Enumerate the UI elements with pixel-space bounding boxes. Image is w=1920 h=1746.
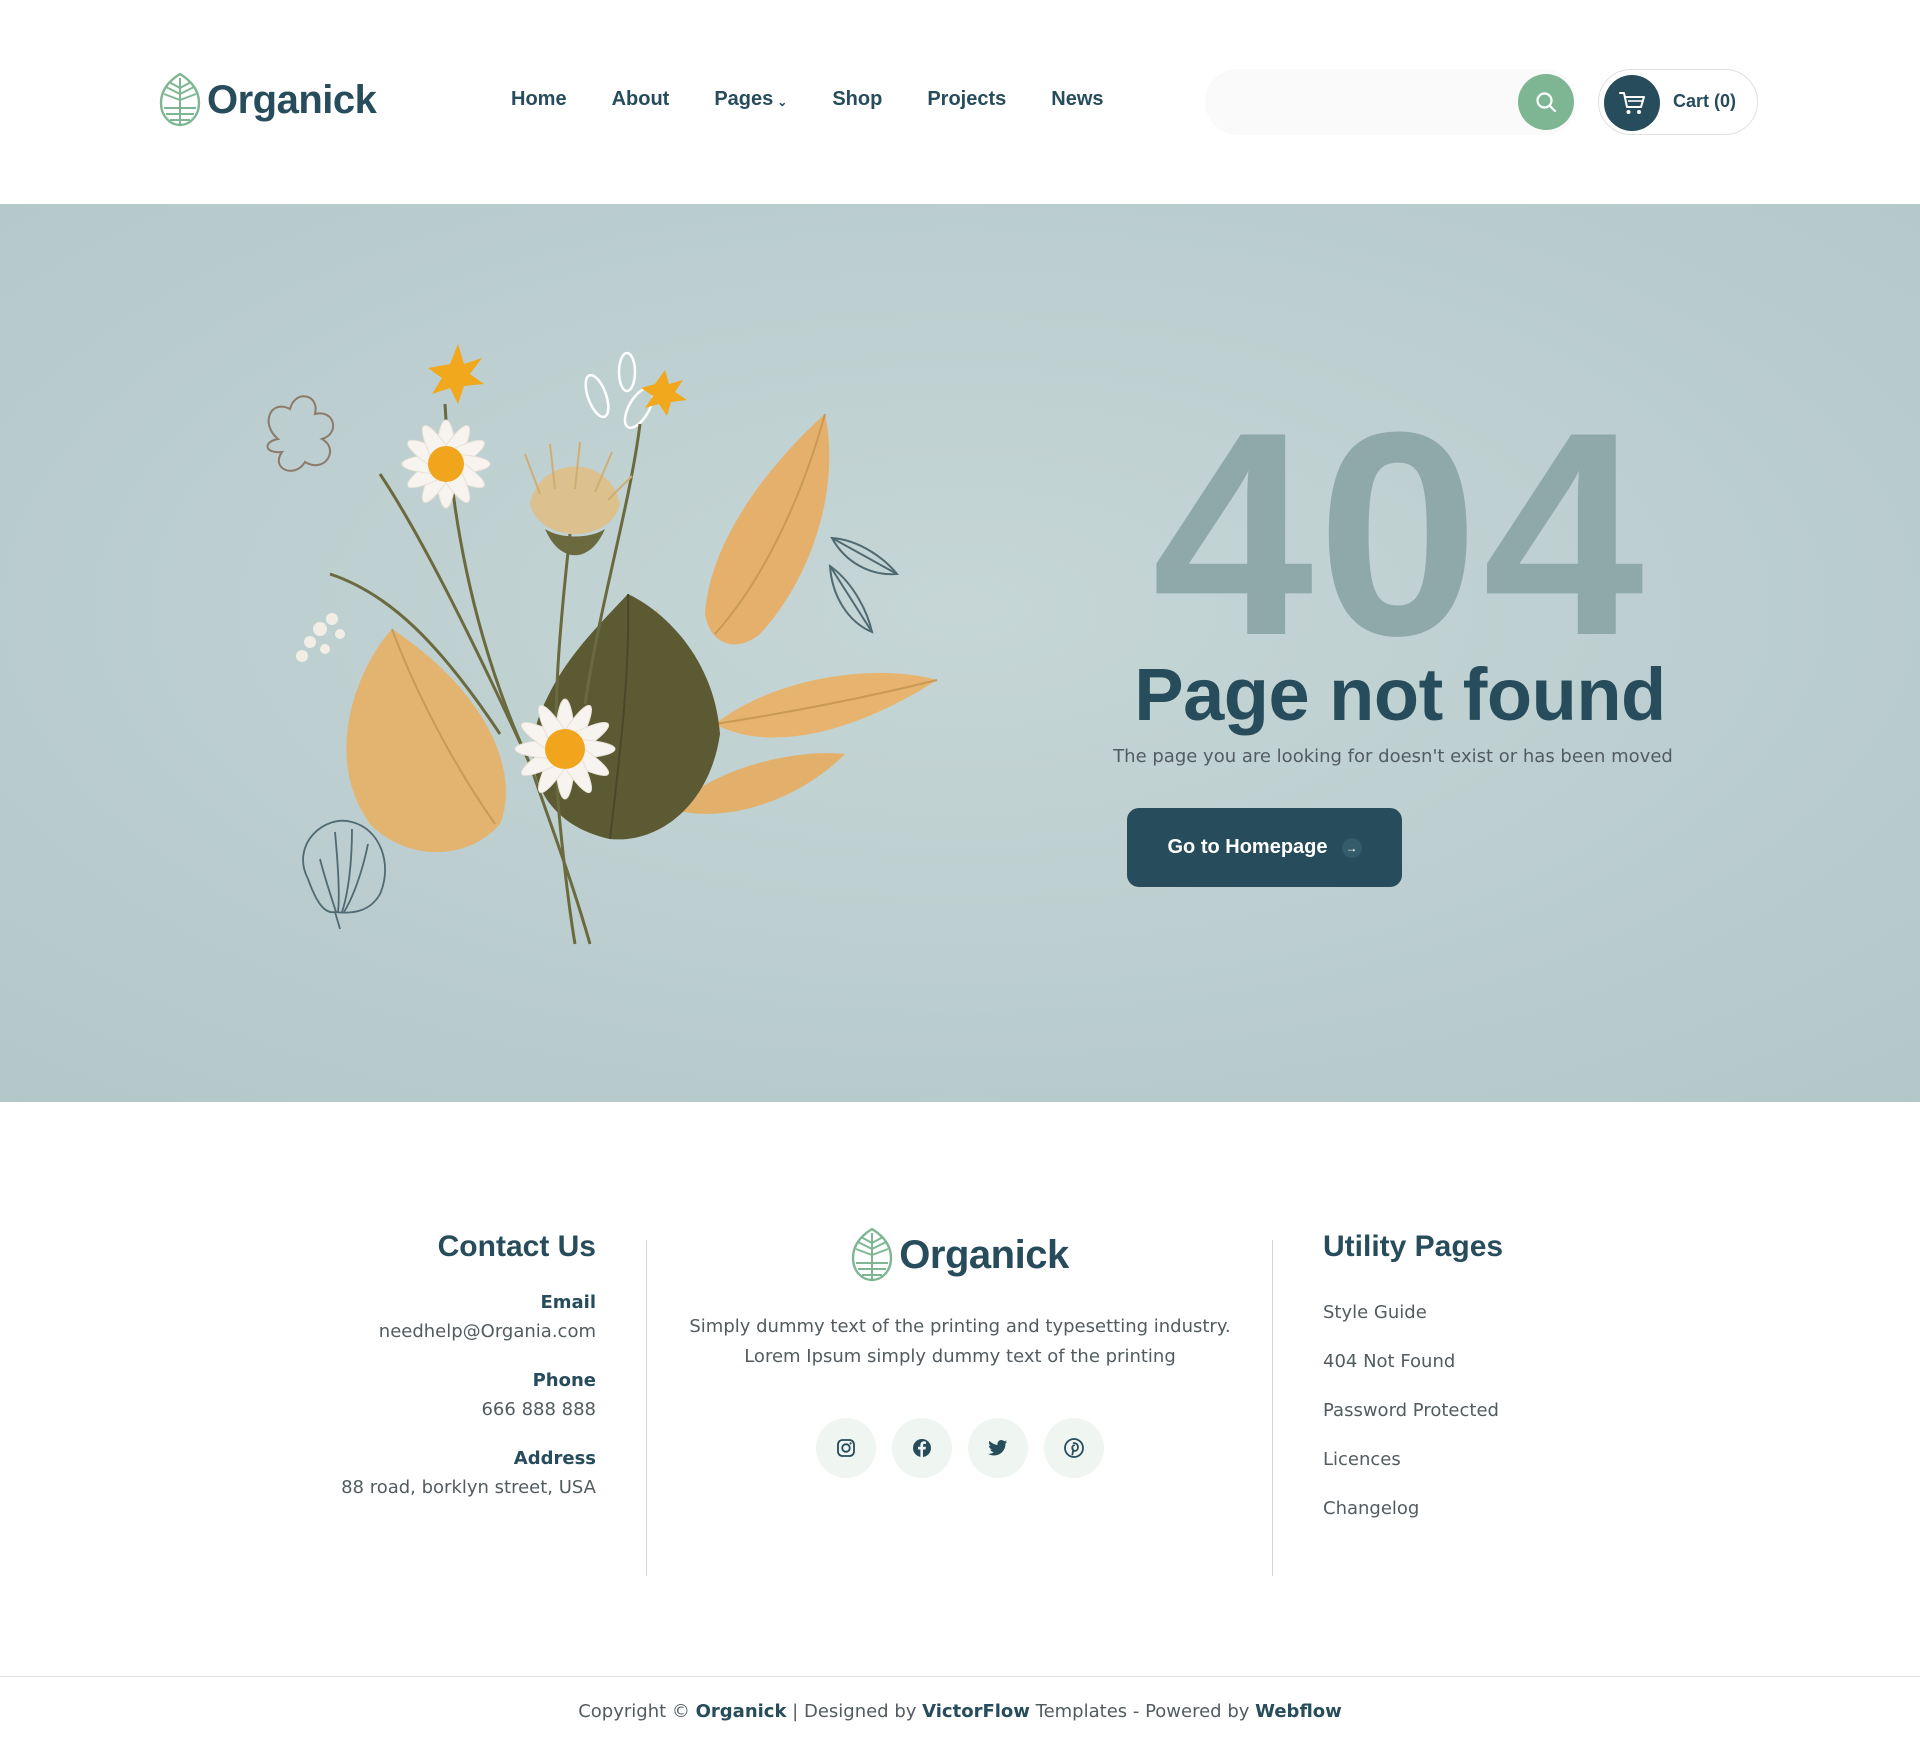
contact-address-value: 88 road, borklyn street, USA [341, 1477, 596, 1498]
copyright-mid1: | Designed by [786, 1701, 923, 1722]
nav-item-home[interactable]: Home [511, 88, 567, 111]
error-code: 404 [1152, 372, 1648, 696]
footer-brand-logo[interactable]: Organick [851, 1227, 1069, 1283]
footer-brand-name: Organick [899, 1232, 1069, 1277]
utility-link-changelog[interactable]: Changelog [1323, 1498, 1623, 1547]
chevron-down-icon: ⌄ [777, 94, 788, 109]
utility-list: Style Guide 404 Not Found Password Prote… [1323, 1302, 1623, 1547]
instagram-icon [837, 1439, 855, 1457]
cart-button[interactable]: Cart (0) [1598, 69, 1758, 135]
go-to-homepage-button[interactable]: Go to Homepage → [1127, 808, 1402, 887]
leaf-logo-icon [852, 1227, 893, 1282]
facebook-icon [913, 1439, 931, 1457]
nav-item-shop[interactable]: Shop [832, 88, 882, 111]
search-input[interactable] [1205, 69, 1577, 135]
contact-email-value[interactable]: needhelp@Organia.com [300, 1321, 596, 1342]
site-footer: Contact Us Email needhelp@Organia.com Ph… [0, 1102, 1920, 1676]
contact-address-label: Address [513, 1448, 596, 1469]
nav-item-pages-label: Pages [714, 88, 774, 110]
contact-email: Email needhelp@Organia.com [300, 1292, 596, 1342]
arrow-right-icon: → [1341, 837, 1362, 858]
page-subtitle: The page you are looking for doesn't exi… [1113, 746, 1673, 767]
not-found-hero: 404 Page not found The page you are look… [0, 204, 1920, 1102]
footer-utility-pages: Utility Pages Style Guide 404 Not Found … [1323, 1230, 1623, 1547]
page-title: Page not found [1134, 653, 1666, 736]
contact-phone-label: Phone [532, 1370, 596, 1391]
contact-phone: Phone 666 888 888 [300, 1370, 596, 1420]
footer-divider-right [1272, 1240, 1273, 1576]
main-nav: Home About Pages ⌄ Shop Projects News [511, 88, 1149, 111]
social-links [660, 1418, 1260, 1478]
footer-divider-left [646, 1240, 647, 1576]
utility-link-404[interactable]: 404 Not Found [1323, 1351, 1623, 1400]
footer-description-line-1: Simply dummy text of the printing and ty… [689, 1316, 1231, 1337]
cart-label: Cart (0) [1673, 91, 1737, 111]
search-icon [1536, 92, 1557, 113]
pinterest-link[interactable] [1044, 1418, 1104, 1478]
utility-link-password-protected[interactable]: Password Protected [1323, 1400, 1623, 1449]
cart-icon [1619, 92, 1645, 114]
go-to-homepage-label: Go to Homepage [1167, 836, 1328, 858]
twitter-link[interactable] [968, 1418, 1028, 1478]
copyright-designer[interactable]: VictorFlow [922, 1701, 1030, 1722]
brand-logo[interactable]: Organick [159, 72, 377, 128]
copyright-bar: Copyright © Organick | Designed by Victo… [0, 1676, 1920, 1746]
contact-title: Contact Us [437, 1230, 596, 1263]
footer-about: Organick Simply dummy text of the printi… [660, 1227, 1260, 1478]
footer-description-line-2: Lorem Ipsum simply dummy text of the pri… [744, 1346, 1176, 1367]
search-button[interactable] [1518, 74, 1574, 130]
facebook-link[interactable] [892, 1418, 952, 1478]
nav-item-about[interactable]: About [612, 88, 670, 111]
nav-item-projects[interactable]: Projects [927, 88, 1006, 111]
copyright-brand[interactable]: Organick [696, 1701, 787, 1722]
twitter-icon [988, 1440, 1008, 1456]
site-header: Organick Home About Pages ⌄ Shop Projects… [0, 0, 1920, 204]
utility-link-style-guide[interactable]: Style Guide [1323, 1302, 1623, 1351]
nav-item-pages[interactable]: Pages ⌄ [714, 88, 787, 111]
copyright-prefix: Copyright © [578, 1701, 696, 1722]
utility-title: Utility Pages [1323, 1230, 1504, 1263]
footer-contact: Contact Us Email needhelp@Organia.com Ph… [300, 1230, 596, 1498]
copyright-text: Copyright © Organick | Designed by Victo… [0, 1701, 1920, 1722]
copyright-platform[interactable]: Webflow [1255, 1701, 1342, 1722]
instagram-link[interactable] [816, 1418, 876, 1478]
leaf-logo-icon [159, 72, 201, 127]
utility-link-licences[interactable]: Licences [1323, 1449, 1623, 1498]
contact-phone-value[interactable]: 666 888 888 [300, 1399, 596, 1420]
contact-address: Address 88 road, borklyn street, USA [300, 1448, 596, 1498]
brand-name: Organick [207, 77, 377, 122]
footer-description: Simply dummy text of the printing and ty… [660, 1312, 1260, 1372]
copyright-mid2: Templates - Powered by [1029, 1701, 1256, 1722]
pressed-flowers-illustration [266, 344, 938, 945]
cart-icon-circle [1604, 75, 1660, 131]
pinterest-icon [1064, 1438, 1084, 1458]
nav-item-news[interactable]: News [1051, 88, 1103, 111]
contact-email-label: Email [540, 1292, 596, 1313]
